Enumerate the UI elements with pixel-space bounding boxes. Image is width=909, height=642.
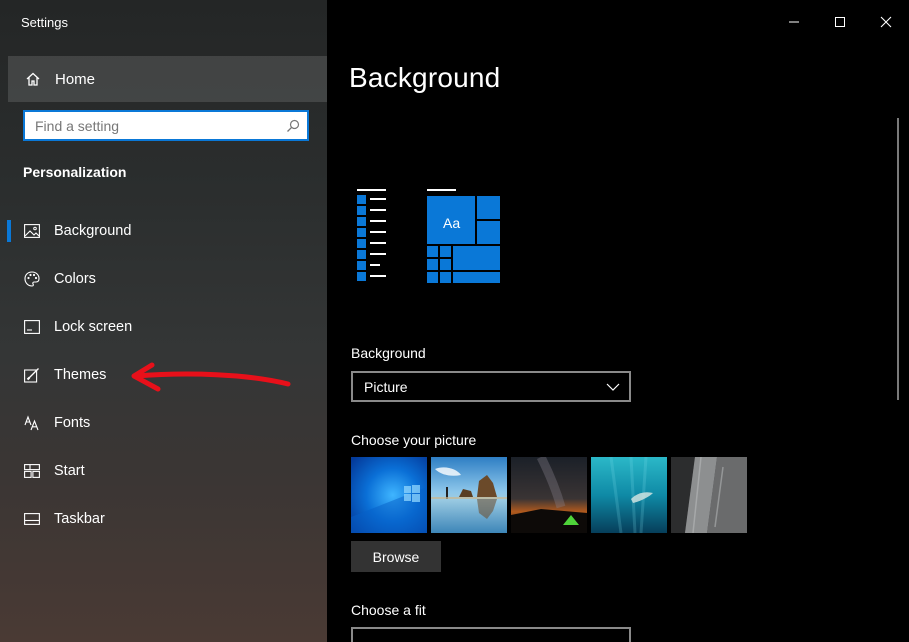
close-icon [880,16,892,28]
window-title: Settings [21,15,68,30]
chevron-down-icon [606,383,620,391]
browse-button[interactable]: Browse [351,541,441,572]
picture-thumbnails [351,457,747,533]
sidebar-item-label: Taskbar [54,511,105,527]
minimize-button[interactable] [771,0,817,44]
search-input[interactable] [25,112,279,139]
home-button[interactable]: Home [8,56,327,102]
sidebar: Settings Home Personalization Bac [0,0,327,642]
section-title: Personalization [23,164,127,180]
sidebar-item-label: Themes [54,367,107,383]
sidebar-item-background[interactable]: Background [0,207,327,255]
picture-thumbnail-cliff[interactable] [671,457,747,533]
page-title: Background [349,62,501,93]
choose-fit-label: Choose a fit [351,602,426,618]
close-button[interactable] [863,0,909,44]
maximize-button[interactable] [817,0,863,44]
sidebar-item-lock-screen[interactable]: Lock screen [0,303,327,351]
picture-icon [23,222,41,240]
background-label: Background [351,345,426,361]
window-controls [771,0,909,44]
background-dropdown[interactable]: Picture [351,371,631,402]
lock-screen-icon [23,318,41,336]
background-dropdown-value: Picture [364,378,408,395]
taskbar-icon [23,510,41,528]
themes-icon [23,366,41,384]
sidebar-item-label: Lock screen [54,319,133,335]
scrollbar[interactable] [897,118,899,400]
choose-fit-dropdown[interactable] [351,627,631,642]
search-box[interactable] [23,110,309,141]
search-icon[interactable] [279,119,307,133]
sidebar-item-label: Start [54,463,85,479]
fonts-icon [23,414,41,432]
palette-icon [23,270,41,288]
preview-tile-text: Aa [443,215,461,231]
start-menu-preview [357,189,500,283]
start-icon [23,462,41,480]
annotation-arrow-icon [131,362,291,392]
home-label: Home [55,70,96,88]
sidebar-item-taskbar[interactable]: Taskbar [0,495,327,543]
sidebar-item-label: Fonts [54,415,91,431]
maximize-icon [835,17,845,27]
choose-picture-label: Choose your picture [351,432,477,448]
picture-thumbnail-beach[interactable] [431,457,507,533]
picture-thumbnail-windows[interactable] [351,457,427,533]
sidebar-item-fonts[interactable]: Fonts [0,399,327,447]
picture-thumbnail-night[interactable] [511,457,587,533]
sidebar-item-start[interactable]: Start [0,447,327,495]
settings-window: Settings Home Personalization Bac [0,0,909,642]
minimize-icon [789,21,799,23]
home-icon [26,72,40,86]
sidebar-item-colors[interactable]: Colors [0,255,327,303]
picture-thumbnail-underwater[interactable] [591,457,667,533]
sidebar-item-label: Colors [54,271,96,287]
sidebar-item-label: Background [54,223,132,239]
